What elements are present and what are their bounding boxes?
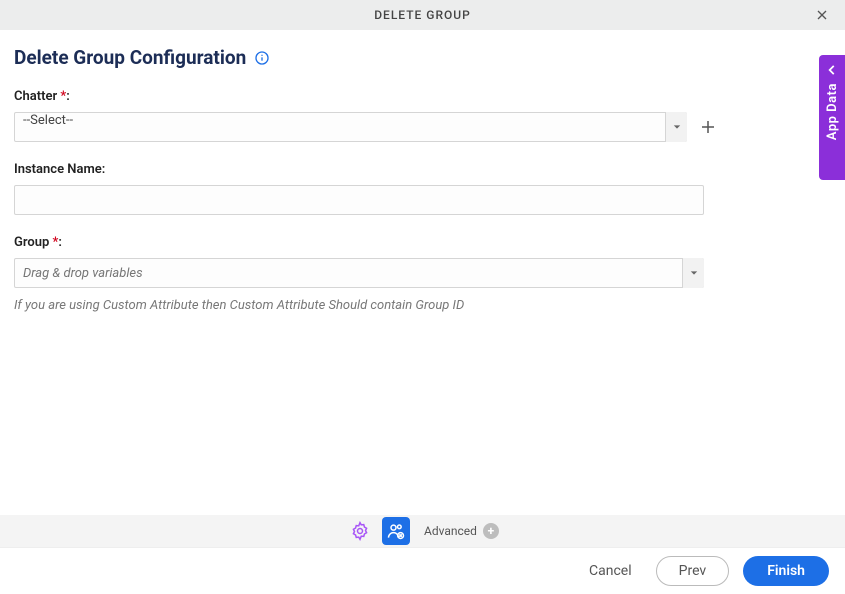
tab-group[interactable] [382,517,410,545]
modal-body: Delete Group Configuration Chatter *: --… [0,30,845,313]
add-chatter-button[interactable] [697,116,719,138]
app-data-label: App Data [825,83,840,140]
modal-header: DELETE GROUP [0,0,845,30]
plus-icon [699,118,717,136]
info-icon[interactable] [254,50,270,66]
group-delete-icon [386,521,406,541]
modal-footer: Cancel Prev Finish [0,547,845,594]
chatter-label: Chatter *: [14,89,719,104]
group-hint: If you are using Custom Attribute then C… [14,298,704,313]
chevron-left-icon [825,63,839,77]
tab-bar: Advanced + [0,515,845,547]
instance-field: Instance Name: [14,162,719,215]
modal-title: DELETE GROUP [374,8,471,22]
group-label: Group *: [14,235,719,250]
chatter-field: Chatter *: --Select-- [14,89,719,142]
close-icon [814,7,830,23]
instance-input[interactable] [14,185,704,215]
finish-button[interactable]: Finish [743,556,829,586]
advanced-toggle[interactable]: Advanced + [424,523,499,539]
page-title-row: Delete Group Configuration [14,46,831,69]
instance-label: Instance Name: [14,162,719,177]
cancel-button[interactable]: Cancel [579,557,642,585]
group-field: Group *: If you are using Custom Attribu… [14,235,719,313]
chatter-select[interactable]: --Select-- [14,112,687,142]
app-data-panel-toggle[interactable]: App Data [819,55,845,180]
chatter-select-value: --Select-- [14,112,687,142]
gear-icon [350,521,370,541]
prev-button[interactable]: Prev [656,556,730,586]
page-title: Delete Group Configuration [14,46,246,69]
group-input[interactable] [14,258,704,288]
group-select[interactable] [14,258,704,288]
close-button[interactable] [807,0,837,30]
advanced-label: Advanced [424,524,477,538]
plus-circle-icon: + [483,523,499,539]
tab-settings[interactable] [346,517,374,545]
